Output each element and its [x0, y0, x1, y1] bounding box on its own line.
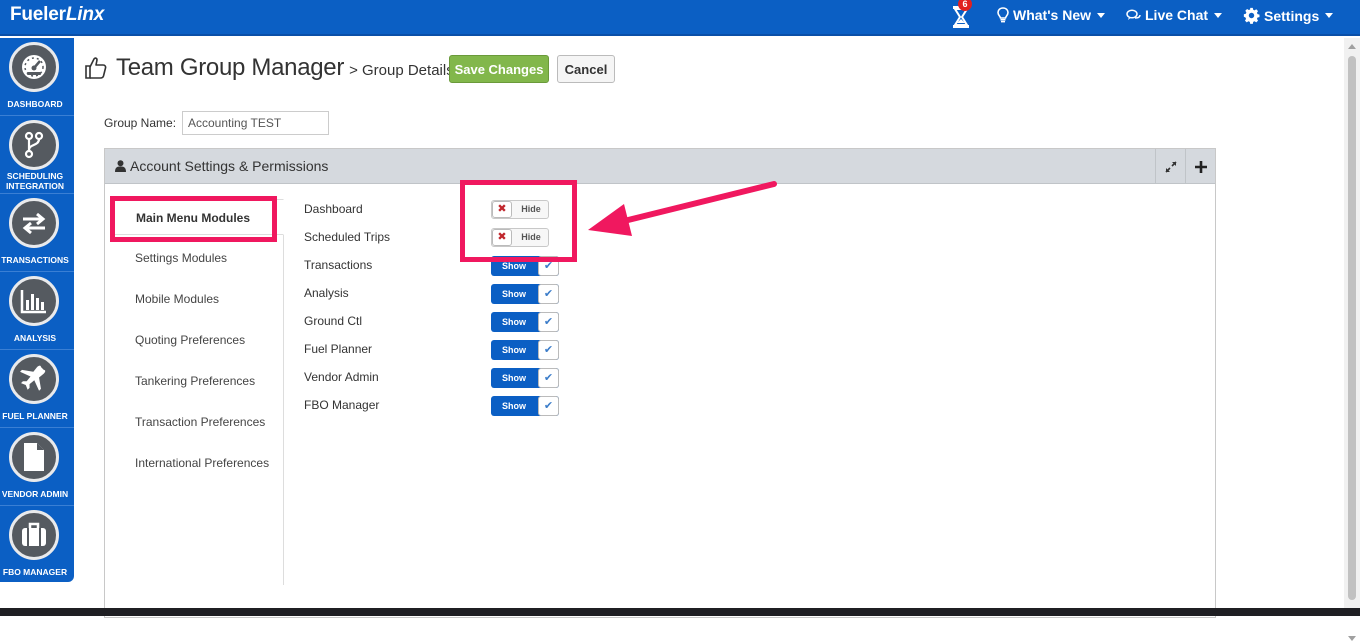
document-icon	[9, 432, 59, 482]
module-row-analysis: Analysis Show ✔	[304, 284, 604, 304]
sidebar-item-scheduling-integration[interactable]: SCHEDULING INTEGRATION	[0, 116, 74, 194]
scroll-down-arrow-icon[interactable]	[1348, 636, 1356, 641]
module-row-fuel-planner: Fuel Planner Show ✔	[304, 340, 604, 360]
visibility-toggle[interactable]: Show ✔	[491, 396, 559, 416]
sidebar-item-label: TRANSACTIONS	[1, 255, 69, 265]
taskbar-strip	[0, 608, 1360, 616]
module-label: FBO Manager	[304, 398, 380, 412]
module-label: Dashboard	[304, 202, 363, 216]
gear-icon	[1243, 7, 1260, 24]
sidebar-item-analysis[interactable]: ANALYSIS	[0, 272, 74, 350]
tab-mobile-modules[interactable]: Mobile Modules	[111, 281, 284, 317]
tab-international-preferences[interactable]: International Preferences	[111, 445, 284, 481]
visibility-toggle[interactable]: Show ✔	[491, 340, 559, 360]
branch-icon	[9, 120, 59, 170]
sidebar-item-dashboard[interactable]: DASHBOARD	[0, 38, 74, 116]
group-name-input[interactable]	[182, 111, 329, 135]
checkmark-icon: ✔	[538, 312, 559, 332]
cancel-button[interactable]: Cancel	[557, 55, 615, 83]
module-row-ground-ctl: Ground Ctl Show ✔	[304, 312, 604, 332]
highlight-box-tab	[110, 196, 277, 242]
lightbulb-icon	[997, 7, 1009, 23]
panel-title: Account Settings & Permissions	[115, 158, 328, 174]
bar-chart-icon	[9, 276, 59, 326]
page-header: Team Group Manager > Group Details	[84, 54, 454, 82]
toggle-state: Show	[502, 345, 526, 355]
sidebar-item-label: VENDOR ADMIN	[1, 489, 69, 499]
airplane-icon	[9, 354, 59, 404]
briefcase-icon	[9, 510, 59, 560]
sidebar-item-label: SCHEDULING INTEGRATION	[6, 171, 64, 191]
plus-icon	[1194, 160, 1207, 173]
breadcrumb: > Group Details	[349, 61, 454, 79]
thumbs-up-icon	[85, 57, 107, 79]
checkmark-icon: ✔	[538, 284, 559, 304]
live-chat-label: Live Chat	[1145, 7, 1209, 23]
panel-title-text: Account Settings & Permissions	[130, 158, 329, 174]
save-changes-button[interactable]: Save Changes	[449, 55, 549, 83]
logo-text-main: Fueler	[10, 4, 66, 25]
checkmark-icon: ✔	[538, 368, 559, 388]
sidebar-item-label: FBO MANAGER	[2, 567, 68, 577]
module-label: Scheduled Trips	[304, 230, 391, 244]
module-label: Vendor Admin	[304, 370, 379, 384]
visibility-toggle[interactable]: Show ✔	[491, 284, 559, 304]
expand-icon	[1164, 160, 1177, 173]
toggle-state: Show	[502, 289, 526, 299]
module-row-fbo-manager: FBO Manager Show ✔	[304, 396, 604, 416]
sidebar-item-transactions[interactable]: TRANSACTIONS	[0, 194, 74, 272]
sidebar: DASHBOARD SCHEDULING INTEGRATION TRANSAC…	[0, 38, 74, 582]
chat-bubbles-icon	[1126, 8, 1141, 20]
checkmark-icon: ✔	[538, 340, 559, 360]
user-icon	[115, 160, 126, 172]
sidebar-item-label: FUEL PLANNER	[2, 411, 68, 421]
tab-quoting-preferences[interactable]: Quoting Preferences	[111, 322, 284, 358]
logo-text-italic: Linx	[65, 4, 105, 25]
sidebar-item-vendor-admin[interactable]: VENDOR ADMIN	[0, 428, 74, 506]
live-chat-menu[interactable]: Live Chat	[1126, 7, 1223, 23]
group-name-label: Group Name:	[104, 116, 177, 130]
toggle-state: Show	[502, 317, 526, 327]
tab-settings-modules[interactable]: Settings Modules	[111, 240, 284, 276]
sidebar-item-fuel-planner[interactable]: FUEL PLANNER	[0, 350, 74, 428]
vertical-scrollbar[interactable]	[1344, 38, 1360, 641]
scrollbar-thumb[interactable]	[1348, 56, 1356, 600]
add-button[interactable]	[1185, 149, 1215, 184]
top-navbar: FuelerLinx 6 What's New Live Chat Settin…	[0, 0, 1360, 36]
tab-tankering-preferences[interactable]: Tankering Preferences	[111, 363, 284, 399]
chevron-down-icon	[1214, 12, 1223, 18]
tab-transaction-preferences[interactable]: Transaction Preferences	[111, 404, 284, 440]
whats-new-label: What's New	[1013, 7, 1092, 23]
sidebar-item-fbo-manager[interactable]: FBO MANAGER	[0, 506, 74, 584]
whats-new-menu[interactable]: What's New	[997, 7, 1106, 23]
visibility-toggle[interactable]: Show ✔	[491, 312, 559, 332]
annotation-arrow-icon	[588, 181, 777, 236]
chevron-down-icon	[1325, 13, 1334, 18]
sidebar-item-label: ANALYSIS	[13, 333, 57, 343]
app-logo[interactable]: FuelerLinx	[10, 4, 104, 26]
visibility-toggle[interactable]: Show ✔	[491, 368, 559, 388]
checkmark-icon: ✔	[538, 396, 559, 416]
module-label: Analysis	[304, 286, 349, 300]
module-label: Ground Ctl	[304, 314, 363, 328]
module-label: Fuel Planner	[304, 342, 373, 356]
sidebar-item-label: DASHBOARD	[7, 99, 63, 109]
toggle-state: Show	[502, 401, 526, 411]
settings-menu[interactable]: Settings	[1243, 7, 1334, 24]
settings-tabs: Main Menu Modules Settings Modules Mobil…	[111, 199, 284, 585]
page-title: Team Group Manager	[116, 54, 345, 81]
scroll-up-arrow-icon[interactable]	[1348, 44, 1356, 49]
highlight-box-toggles	[460, 180, 577, 262]
module-label: Transactions	[304, 258, 373, 272]
settings-label: Settings	[1264, 7, 1320, 24]
dashboard-gauge-icon	[9, 42, 59, 92]
module-row-vendor-admin: Vendor Admin Show ✔	[304, 368, 604, 388]
chevron-down-icon	[1097, 12, 1106, 18]
expand-button[interactable]	[1155, 149, 1185, 184]
toggle-state: Show	[502, 373, 526, 383]
exchange-arrows-icon	[9, 198, 59, 248]
